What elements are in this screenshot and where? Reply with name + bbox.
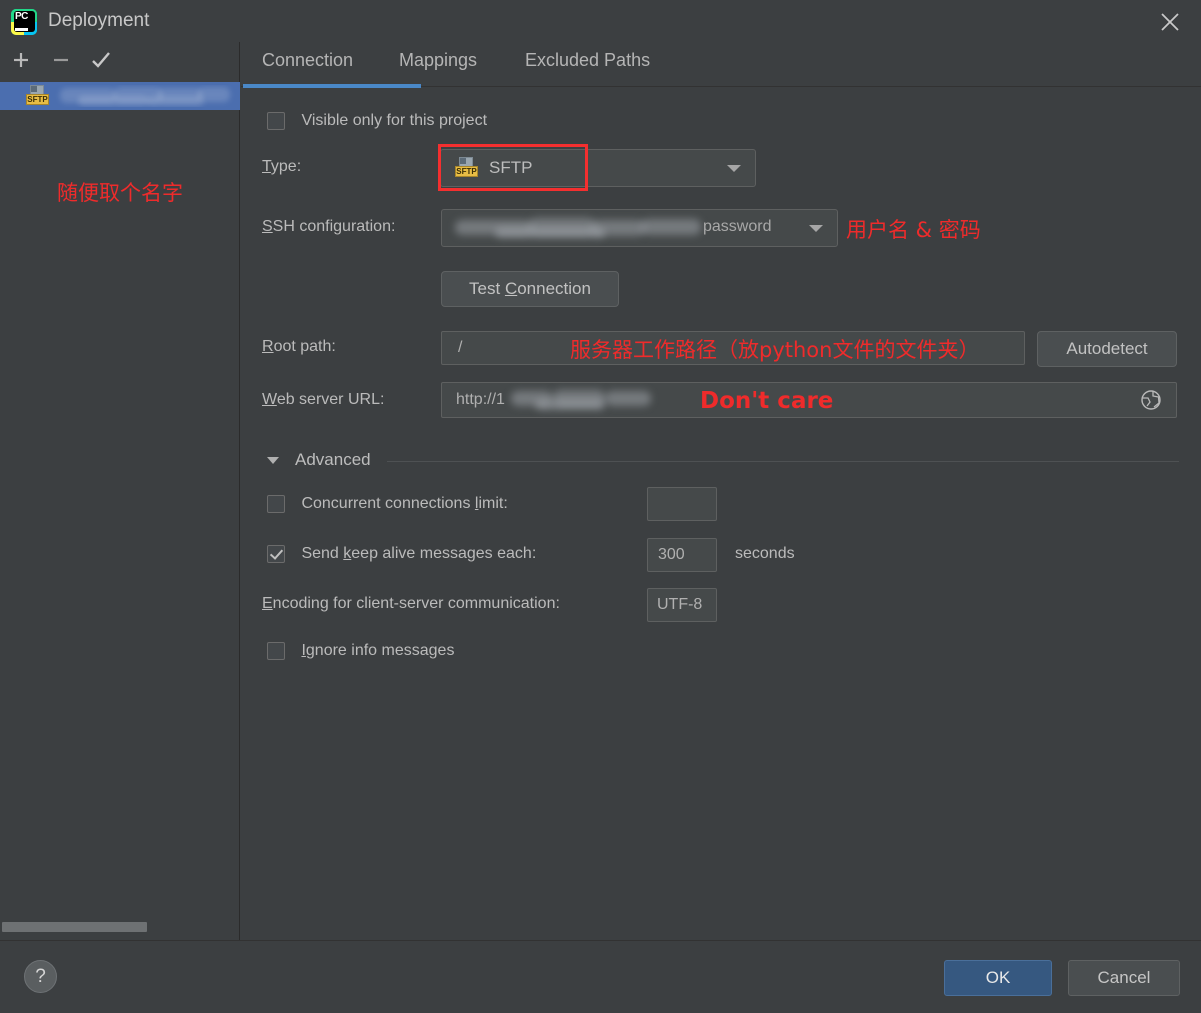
ssh-configuration-label: SSH configuration: (262, 218, 396, 235)
ssh-configuration-auth-label: password (703, 218, 772, 235)
type-label-wrap: Type: (262, 158, 301, 176)
sftp-type-badge-label: SFTP (455, 166, 478, 177)
minus-icon[interactable] (45, 44, 77, 76)
root-path-label-wrap: Root path: (262, 338, 336, 356)
active-tab-indicator (243, 84, 421, 88)
chevron-down-icon (727, 165, 741, 172)
help-label: ? (35, 965, 46, 987)
ssh-configuration-combobox[interactable]: password (441, 209, 838, 247)
chevron-collapse-icon[interactable] (267, 457, 279, 464)
concurrent-connections-checkbox[interactable] (267, 495, 285, 513)
keep-alive-value: 300 (658, 546, 685, 563)
ssh-configuration-value-redacted: password (455, 216, 775, 240)
close-icon[interactable] (1153, 6, 1187, 38)
keep-alive-row: Send keep alive messages each: (267, 545, 536, 563)
ok-button[interactable]: OK (944, 960, 1052, 996)
ssh-chevron-down-icon (809, 225, 823, 232)
sftp-badge-label: SFTP (26, 94, 49, 105)
dialog-footer: ? OK Cancel (0, 941, 1201, 1013)
keep-alive-label: Send keep alive messages each: (301, 545, 537, 563)
keep-alive-unit-label: seconds (735, 545, 795, 562)
advanced-section-header: Advanced (267, 450, 1179, 474)
cancel-label: Cancel (1097, 968, 1151, 987)
concurrent-connections-input[interactable] (647, 487, 717, 521)
ok-label: OK (985, 968, 1011, 987)
deployment-dialog: PC Deployment SFTP 随便取个名字 Connection Map… (0, 0, 1201, 1013)
autodetect-button[interactable]: Autodetect (1037, 331, 1177, 367)
root-path-value: / (458, 339, 463, 356)
tab-bar: Connection Mappings Excluded Paths (241, 42, 1201, 88)
web-server-url-value: http://1 (456, 390, 657, 410)
autodetect-label: Autodetect (1066, 339, 1148, 358)
pycharm-logo-text: PC (15, 11, 28, 22)
root-path-input[interactable]: / (441, 331, 1025, 365)
sidebar-annotation: 随便取个名字 (57, 181, 183, 205)
concurrent-connections-label: Concurrent connections limit: (301, 495, 508, 513)
visible-only-checkbox[interactable] (267, 112, 285, 130)
encoding-value: UTF-8 (657, 596, 703, 613)
sidebar-item-server[interactable]: SFTP (0, 82, 240, 110)
encoding-input[interactable]: UTF-8 (647, 588, 717, 622)
server-list-sidebar: SFTP 随便取个名字 (0, 42, 240, 940)
sftp-type-icon: SFTP (455, 157, 479, 179)
encoding-row: Encoding for client-server communication… (262, 595, 560, 613)
advanced-title: Advanced (295, 450, 371, 469)
tab-connection[interactable]: Connection (262, 50, 353, 80)
ignore-info-checkbox[interactable] (267, 642, 285, 660)
tab-mappings[interactable]: Mappings (399, 50, 477, 80)
type-label: Type: (262, 158, 302, 175)
web-server-url-label-wrap: Web server URL: (262, 391, 384, 409)
visible-only-row: Visible only for this project (267, 112, 487, 130)
page-title: Deployment (48, 10, 150, 31)
encoding-label: Encoding for client-server communication… (262, 595, 560, 612)
server-name-redacted (52, 85, 240, 107)
test-connection-button[interactable]: Test Connection (441, 271, 619, 307)
sidebar-horizontal-scrollbar[interactable] (2, 922, 147, 932)
keep-alive-input[interactable]: 300 (647, 538, 717, 572)
concurrent-connections-row: Concurrent connections limit: (267, 495, 508, 513)
cancel-button[interactable]: Cancel (1068, 960, 1180, 996)
advanced-divider (387, 461, 1179, 462)
type-combobox[interactable]: SFTP SFTP (440, 149, 756, 187)
pycharm-logo-icon: PC (11, 9, 37, 35)
tab-excluded-paths[interactable]: Excluded Paths (525, 50, 650, 80)
sidebar-toolbar (0, 42, 240, 78)
keep-alive-checkbox[interactable] (267, 545, 285, 563)
sftp-server-icon: SFTP (26, 85, 50, 107)
root-path-label: Root path: (262, 338, 336, 355)
title-bar: PC Deployment (0, 0, 1201, 42)
web-server-url-text: http://1 (456, 391, 505, 409)
ssh-config-label-wrap: SSH configuration: (262, 218, 395, 236)
help-icon[interactable]: ? (24, 960, 57, 993)
web-server-url-redacted (509, 390, 657, 410)
ignore-info-label: Ignore info messages (301, 642, 455, 660)
web-server-url-input[interactable]: http://1 (441, 382, 1177, 418)
type-value-label: SFTP (489, 158, 533, 177)
plus-icon[interactable] (5, 44, 37, 76)
globe-icon[interactable] (1140, 389, 1162, 411)
web-server-url-label: Web server URL: (262, 391, 385, 408)
ignore-info-row: Ignore info messages (267, 642, 454, 660)
visible-only-label: Visible only for this project (301, 112, 488, 130)
checkmark-icon[interactable] (85, 44, 117, 76)
test-connection-label: Test Connection (469, 279, 591, 298)
